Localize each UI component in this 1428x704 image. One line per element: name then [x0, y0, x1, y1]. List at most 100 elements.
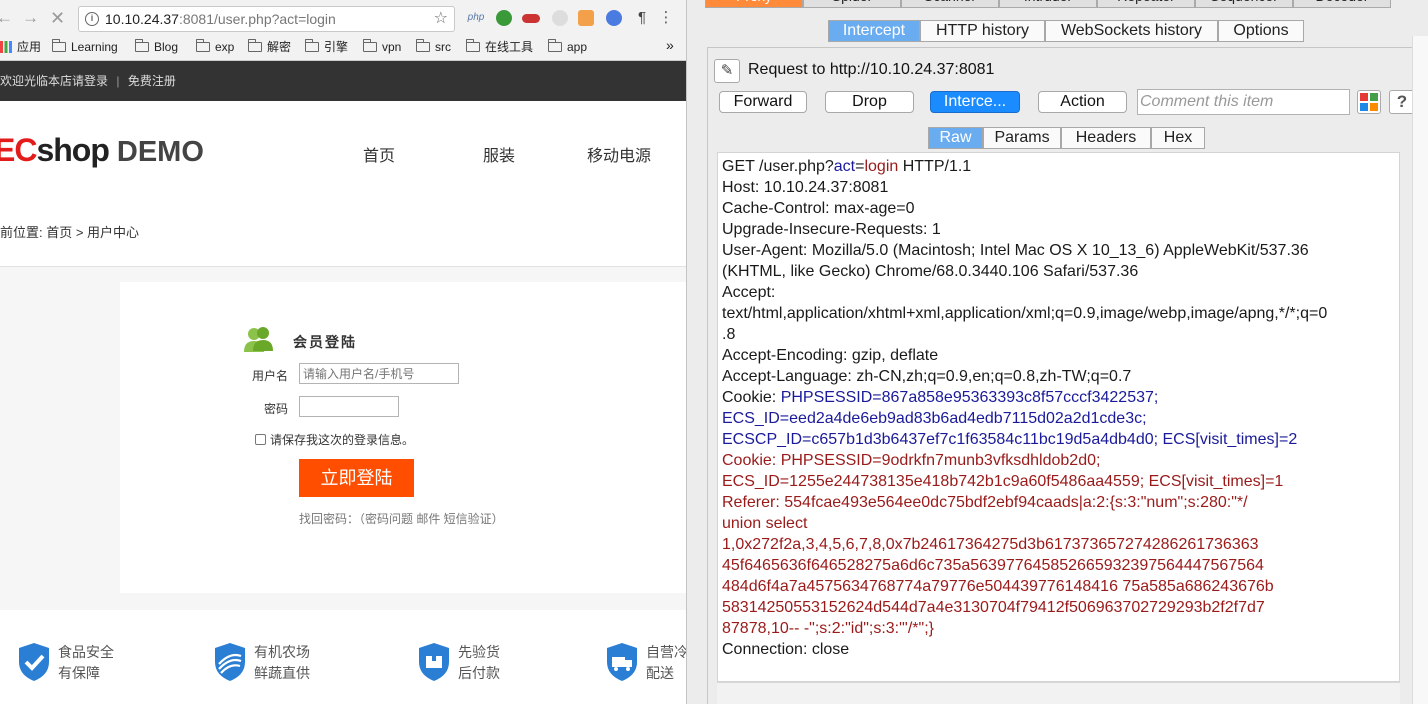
green-extension-icon[interactable] — [496, 10, 512, 26]
password-input[interactable] — [299, 396, 399, 417]
globe-extension-icon[interactable] — [606, 10, 622, 26]
folder-icon — [135, 39, 149, 52]
request-target: Request to http://10.10.24.37:8081 — [748, 61, 995, 78]
stop-icon[interactable]: ✕ — [50, 8, 65, 28]
login-button[interactable]: 立即登陆 — [299, 459, 414, 497]
apps-grid-icon — [0, 41, 12, 53]
folder-icon — [52, 39, 66, 52]
remember-me[interactable]: 请保存我这次的登录信息。 — [255, 431, 414, 448]
comment-input[interactable]: Comment this item — [1137, 89, 1350, 115]
intercept-toggle-button[interactable]: Interce... — [930, 91, 1020, 113]
tab-websockets-history[interactable]: WebSockets history — [1045, 20, 1218, 42]
shield-farm-icon — [215, 643, 245, 681]
folder-icon — [466, 39, 480, 52]
header-line: Host: 10.10.24.37:8081 — [722, 179, 889, 196]
site-top-strip: 欢迎光临本店请登录 | 免费注册 — [0, 61, 686, 101]
folder-icon — [363, 39, 377, 52]
tab-spider[interactable]: Spider — [803, 0, 901, 8]
payload-line: Referer: 554fcae493e564ee0dc75bdf2ebf94c… — [722, 494, 1248, 511]
cookie-line: ECS_ID=eed2a4de6eb9ad83b6ad4edb7115d02a2… — [722, 410, 1147, 427]
url-host: 10.10.24.37 — [105, 11, 179, 27]
nav-clothing[interactable]: 服装 — [483, 142, 515, 166]
forward-icon[interactable]: → — [22, 8, 39, 28]
tab-sequencer[interactable]: Sequencer — [1195, 0, 1293, 8]
bookmark-learning[interactable]: Learning — [52, 39, 118, 55]
tab-options[interactable]: Options — [1218, 20, 1304, 42]
bookmark-vpn[interactable]: vpn — [363, 39, 401, 55]
separator: | — [116, 74, 120, 88]
bookmarks-overflow[interactable]: » — [666, 37, 674, 53]
shield-check-icon — [19, 643, 49, 681]
bookmark-exp[interactable]: exp — [196, 39, 234, 55]
tab-repeater[interactable]: Repeater — [1097, 0, 1195, 8]
tab-scanner[interactable]: Scanner — [901, 0, 999, 8]
tab-intruder[interactable]: Intruder — [999, 0, 1097, 8]
payload-line: ECS_ID=1255e244738135e418b742b1c9a60f548… — [722, 473, 1284, 490]
bookmark-app[interactable]: app — [548, 39, 587, 55]
tab-headers[interactable]: Headers — [1061, 127, 1151, 149]
header-line: Accept-Language: zh-CN,zh;q=0.9,en;q=0.8… — [722, 368, 1132, 385]
breadcrumb: 前位置: 首页 > 用户中心 — [0, 225, 140, 240]
burp-scrollbar[interactable] — [1412, 36, 1428, 704]
screen: ← → ✕ i 10.10.24.37:8081/user.php?act=lo… — [0, 0, 1428, 704]
pilcrow-extension-icon[interactable]: ¶ — [634, 10, 650, 26]
browser-window: ← → ✕ i 10.10.24.37:8081/user.php?act=lo… — [0, 0, 686, 704]
php-extension-icon[interactable]: php — [466, 10, 486, 26]
welcome-login-link[interactable]: 欢迎光临本店请登录 — [0, 74, 108, 88]
menu-dots-icon[interactable]: ⋮ — [658, 10, 674, 26]
register-link[interactable]: 免费注册 — [128, 74, 176, 88]
folder-icon — [548, 39, 562, 52]
header-line: (KHTML, like Gecko) Chrome/68.0.3440.106… — [722, 263, 1139, 280]
burp-main-tabs: Proxy Spider Scanner Intruder Repeater S… — [687, 0, 1428, 8]
action-button[interactable]: Action — [1038, 91, 1127, 113]
address-bar[interactable]: i 10.10.24.37:8081/user.php?act=login ☆ — [78, 6, 455, 32]
info-icon[interactable]: i — [85, 12, 99, 26]
tab-hex[interactable]: Hex — [1151, 127, 1205, 149]
forgot-password[interactable]: 找回密码：（密码问题 邮件 短信验证） — [299, 510, 504, 527]
url-path: :8081/user.php?act=login — [178, 11, 336, 27]
cookie-line: Cookie: PHPSESSID=867a858e95363393c8f57c… — [722, 389, 1159, 406]
folder-icon — [248, 39, 262, 52]
tab-params[interactable]: Params — [983, 127, 1061, 149]
folder-icon — [416, 39, 430, 52]
tab-raw[interactable]: Raw — [928, 127, 983, 149]
username-input[interactable] — [299, 363, 459, 384]
cookie-line: ECSCP_ID=c657b1d3b6437ef7c1f63584c11bc19… — [722, 431, 1298, 448]
header-line: Accept: — [722, 284, 776, 301]
glasses-extension-icon[interactable] — [522, 14, 540, 23]
tab-http-history[interactable]: HTTP history — [920, 20, 1045, 42]
bookmark-src[interactable]: src — [416, 39, 451, 55]
tab-intercept[interactable]: Intercept — [828, 20, 920, 42]
remember-checkbox[interactable] — [255, 434, 266, 445]
forward-button[interactable]: Forward — [719, 91, 807, 113]
editor-footer — [717, 682, 1400, 704]
circle-extension-icon[interactable] — [552, 10, 568, 26]
back-icon[interactable]: ← — [0, 8, 13, 28]
bookmark-apps[interactable]: 应用 — [0, 39, 41, 55]
bookmark-online-tools[interactable]: 在线工具 — [466, 39, 533, 55]
bookmark-decrypt[interactable]: 解密 — [248, 39, 291, 55]
site-logo[interactable]: ECshop DEMO — [0, 130, 204, 172]
bookmark-blog[interactable]: Blog — [135, 39, 178, 55]
hand-extension-icon[interactable] — [578, 10, 594, 26]
drop-button[interactable]: Drop — [825, 91, 914, 113]
nav-power-bank[interactable]: 移动电源 — [587, 142, 651, 166]
header-line: Connection: close — [722, 641, 850, 658]
highlight-color-icon[interactable] — [1357, 90, 1381, 114]
member-icon — [244, 327, 273, 352]
bookmark-star-icon[interactable]: ☆ — [434, 7, 448, 31]
request-line: GET /user.php?act=login HTTP/1.1 — [722, 158, 972, 175]
tab-decoder[interactable]: Decoder — [1293, 0, 1391, 8]
username-label: 用户名 — [252, 369, 289, 383]
bookmark-engine[interactable]: 引擎 — [305, 39, 348, 55]
tab-proxy[interactable]: Proxy — [705, 0, 803, 8]
shield-truck-icon — [607, 643, 637, 681]
raw-request-editor[interactable]: GET /user.php?act=login HTTP/1.1 Host: 1… — [717, 152, 1400, 682]
header-line: Upgrade-Insecure-Requests: 1 — [722, 221, 941, 238]
payload-line: 45f6465636f646528275a6d6c735a56397764585… — [722, 557, 1264, 574]
header-line: .8 — [722, 326, 736, 343]
folder-icon — [305, 39, 319, 52]
nav-home[interactable]: 首页 — [363, 142, 395, 166]
password-label: 密码 — [264, 402, 289, 416]
edit-pencil-icon[interactable]: ✎ — [714, 59, 740, 83]
